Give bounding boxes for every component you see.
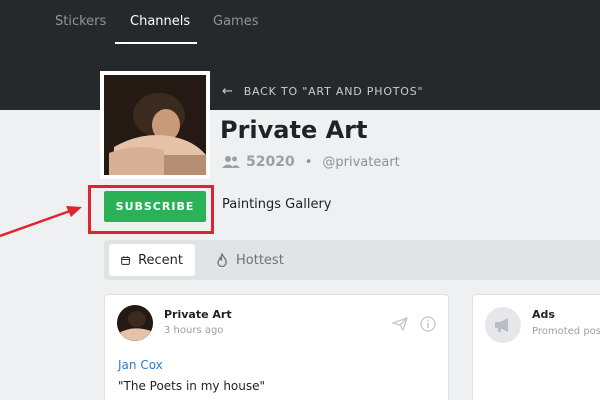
post-link[interactable]: Jan Cox xyxy=(118,358,163,372)
back-link-label: BACK TO "ART AND PHOTOS" xyxy=(243,85,424,98)
back-link[interactable]: ← BACK TO "ART AND PHOTOS" xyxy=(222,84,423,99)
ads-title: Ads xyxy=(532,308,555,321)
calendar-icon xyxy=(121,255,130,265)
header-bar: Stickers Channels Games ← BACK TO "ART AN… xyxy=(0,0,600,110)
top-nav: Stickers Channels Games xyxy=(0,0,600,44)
post-timestamp: 3 hours ago xyxy=(164,325,224,336)
ads-subtitle: Promoted posts xyxy=(532,326,600,337)
post-text: "The Poets in my house" xyxy=(118,379,266,393)
users-icon xyxy=(222,156,240,168)
tab-hottest[interactable]: Hottest xyxy=(204,244,296,276)
channel-avatar-image xyxy=(104,75,206,175)
nav-item-channels[interactable]: Channels xyxy=(130,14,190,29)
info-icon[interactable] xyxy=(420,316,436,332)
megaphone-icon xyxy=(495,318,508,332)
tab-hottest-label: Hottest xyxy=(236,252,284,268)
feed-tabs: Recent Hottest xyxy=(104,240,600,280)
active-tab-indicator xyxy=(115,42,197,44)
flame-icon xyxy=(217,253,227,267)
annotation-arrow xyxy=(0,206,82,238)
tab-recent-label: Recent xyxy=(138,252,183,268)
ads-icon-wrap xyxy=(485,307,521,343)
tab-recent[interactable]: Recent xyxy=(109,244,195,276)
post-author-avatar xyxy=(117,305,153,341)
subscriber-count: 52020 xyxy=(246,154,295,170)
channel-title: Private Art xyxy=(220,116,368,144)
nav-item-stickers[interactable]: Stickers xyxy=(55,14,106,29)
meta-separator: • xyxy=(304,154,313,170)
channel-avatar xyxy=(100,71,210,179)
channel-meta: 52020 • @privateart xyxy=(222,154,400,170)
share-icon[interactable] xyxy=(392,317,408,331)
arrow-left-icon: ← xyxy=(222,84,234,99)
subscribe-button[interactable]: SUBSCRIBE xyxy=(104,191,206,222)
channel-handle: @privateart xyxy=(322,154,400,170)
post-card: Private Art 3 hours ago Jan Cox "The Poe… xyxy=(104,294,449,400)
ads-card: Ads Promoted posts xyxy=(472,294,600,400)
nav-item-games[interactable]: Games xyxy=(213,14,258,29)
post-author-name: Private Art xyxy=(164,308,232,321)
channel-description: Paintings Gallery xyxy=(222,197,332,212)
